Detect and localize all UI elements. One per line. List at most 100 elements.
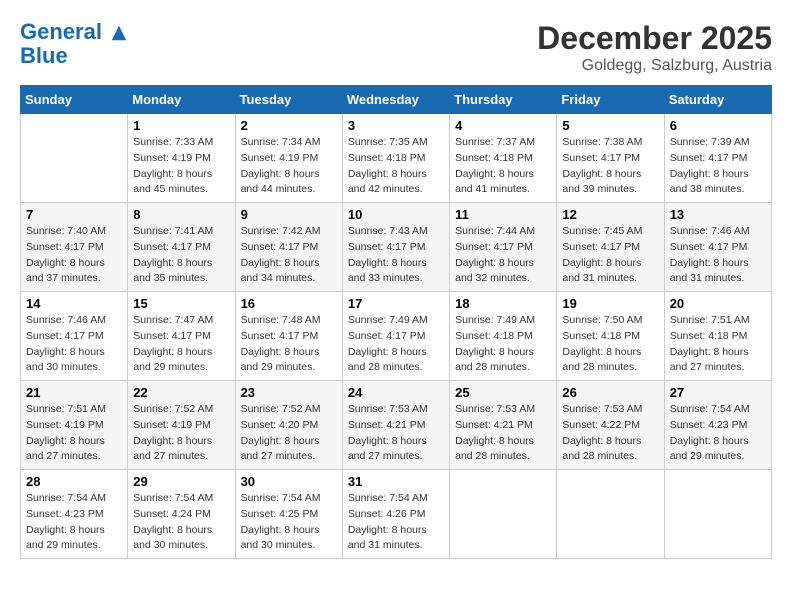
day-info: Sunrise: 7:46 AM Sunset: 4:17 PM Dayligh… xyxy=(26,313,122,376)
day-info: Sunrise: 7:53 AM Sunset: 4:22 PM Dayligh… xyxy=(562,402,658,465)
weekday-header: Monday xyxy=(128,86,235,114)
calendar-cell: 20Sunrise: 7:51 AM Sunset: 4:18 PM Dayli… xyxy=(664,292,771,381)
day-info: Sunrise: 7:41 AM Sunset: 4:17 PM Dayligh… xyxy=(133,224,229,287)
calendar-cell: 9 Sunrise: 7:42 AM Sunset: 4:17 PM Daylig… xyxy=(235,203,342,292)
calendar-header: SundayMondayTuesdayWednesdayThursdayFrid… xyxy=(21,86,772,114)
calendar-cell: 26 Sunrise: 7:53 AM Sunset: 4:22 PM Dayli… xyxy=(557,381,664,470)
calendar-cell xyxy=(450,470,557,559)
day-info: Sunrise: 7:49 AM Sunset: 4:17 PM Dayligh… xyxy=(348,313,444,376)
day-info: Sunrise: 7:46 AM Sunset: 4:17 PM Dayligh… xyxy=(670,224,766,287)
day-info: Sunrise: 7:49 AM Sunset: 4:18 PM Dayligh… xyxy=(455,313,551,376)
day-number: 24 xyxy=(348,385,444,400)
calendar-week-row: 28Sunrise: 7:54 AM Sunset: 4:23 PM Dayli… xyxy=(21,470,772,559)
day-number: 21 xyxy=(26,385,122,400)
day-number: 7 xyxy=(26,207,122,222)
day-number: 18 xyxy=(455,296,551,311)
month-title: December 2025 xyxy=(537,20,772,57)
calendar-cell: 27 Sunrise: 7:54 AM Sunset: 4:23 PM Dayli… xyxy=(664,381,771,470)
day-number: 30 xyxy=(241,474,337,489)
day-info: Sunrise: 7:52 AM Sunset: 4:19 PM Dayligh… xyxy=(133,402,229,465)
day-number: 8 xyxy=(133,207,229,222)
day-info: Sunrise: 7:38 AM Sunset: 4:17 PM Dayligh… xyxy=(562,135,658,198)
weekday-header: Wednesday xyxy=(342,86,449,114)
calendar-cell: 24 Sunrise: 7:53 AM Sunset: 4:21 PM Dayli… xyxy=(342,381,449,470)
calendar-cell: 7 Sunrise: 7:40 AM Sunset: 4:17 PM Daylig… xyxy=(21,203,128,292)
day-info: Sunrise: 7:54 AM Sunset: 4:25 PM Dayligh… xyxy=(241,491,337,554)
day-info: Sunrise: 7:53 AM Sunset: 4:21 PM Dayligh… xyxy=(455,402,551,465)
day-number: 3 xyxy=(348,118,444,133)
day-number: 23 xyxy=(241,385,337,400)
day-info: Sunrise: 7:44 AM Sunset: 4:17 PM Dayligh… xyxy=(455,224,551,287)
calendar-table: SundayMondayTuesdayWednesdayThursdayFrid… xyxy=(20,85,772,559)
day-number: 26 xyxy=(562,385,658,400)
day-info: Sunrise: 7:43 AM Sunset: 4:17 PM Dayligh… xyxy=(348,224,444,287)
day-info: Sunrise: 7:53 AM Sunset: 4:21 PM Dayligh… xyxy=(348,402,444,465)
day-number: 31 xyxy=(348,474,444,489)
day-info: Sunrise: 7:51 AM Sunset: 4:19 PM Dayligh… xyxy=(26,402,122,465)
calendar-cell: 28Sunrise: 7:54 AM Sunset: 4:23 PM Dayli… xyxy=(21,470,128,559)
calendar-cell: 15Sunrise: 7:47 AM Sunset: 4:17 PM Dayli… xyxy=(128,292,235,381)
logo-text2: Blue xyxy=(20,44,128,68)
day-info: Sunrise: 7:54 AM Sunset: 4:23 PM Dayligh… xyxy=(26,491,122,554)
day-number: 11 xyxy=(455,207,551,222)
calendar-cell: 23 Sunrise: 7:52 AM Sunset: 4:20 PM Dayli… xyxy=(235,381,342,470)
calendar-cell: 10Sunrise: 7:43 AM Sunset: 4:17 PM Dayli… xyxy=(342,203,449,292)
day-info: Sunrise: 7:48 AM Sunset: 4:17 PM Dayligh… xyxy=(241,313,337,376)
calendar-cell: 14 Sunrise: 7:46 AM Sunset: 4:17 PM Dayli… xyxy=(21,292,128,381)
day-number: 27 xyxy=(670,385,766,400)
day-info: Sunrise: 7:54 AM Sunset: 4:24 PM Dayligh… xyxy=(133,491,229,554)
day-info: Sunrise: 7:34 AM Sunset: 4:19 PM Dayligh… xyxy=(241,135,337,198)
calendar-week-row: 7 Sunrise: 7:40 AM Sunset: 4:17 PM Daylig… xyxy=(21,203,772,292)
day-info: Sunrise: 7:40 AM Sunset: 4:17 PM Dayligh… xyxy=(26,224,122,287)
calendar-cell: 2 Sunrise: 7:34 AM Sunset: 4:19 PM Daylig… xyxy=(235,114,342,203)
calendar-cell: 4 Sunrise: 7:37 AM Sunset: 4:18 PM Daylig… xyxy=(450,114,557,203)
day-info: Sunrise: 7:39 AM Sunset: 4:17 PM Dayligh… xyxy=(670,135,766,198)
calendar-cell: 12 Sunrise: 7:45 AM Sunset: 4:17 PM Dayli… xyxy=(557,203,664,292)
day-number: 25 xyxy=(455,385,551,400)
day-number: 9 xyxy=(241,207,337,222)
calendar-cell: 30 Sunrise: 7:54 AM Sunset: 4:25 PM Dayli… xyxy=(235,470,342,559)
weekday-header: Tuesday xyxy=(235,86,342,114)
weekday-header: Saturday xyxy=(664,86,771,114)
day-info: Sunrise: 7:52 AM Sunset: 4:20 PM Dayligh… xyxy=(241,402,337,465)
page-header: General Blue December 2025 Goldegg, Salz… xyxy=(20,20,772,75)
calendar-week-row: 1 Sunrise: 7:33 AM Sunset: 4:19 PM Daylig… xyxy=(21,114,772,203)
location-title: Goldegg, Salzburg, Austria xyxy=(537,57,772,75)
day-info: Sunrise: 7:33 AM Sunset: 4:19 PM Dayligh… xyxy=(133,135,229,198)
day-number: 12 xyxy=(562,207,658,222)
day-number: 17 xyxy=(348,296,444,311)
day-number: 1 xyxy=(133,118,229,133)
day-info: Sunrise: 7:50 AM Sunset: 4:18 PM Dayligh… xyxy=(562,313,658,376)
calendar-cell: 22 Sunrise: 7:52 AM Sunset: 4:19 PM Dayli… xyxy=(128,381,235,470)
calendar-week-row: 21 Sunrise: 7:51 AM Sunset: 4:19 PM Dayli… xyxy=(21,381,772,470)
calendar-cell: 29Sunrise: 7:54 AM Sunset: 4:24 PM Dayli… xyxy=(128,470,235,559)
day-number: 4 xyxy=(455,118,551,133)
day-number: 22 xyxy=(133,385,229,400)
calendar-cell: 31Sunrise: 7:54 AM Sunset: 4:26 PM Dayli… xyxy=(342,470,449,559)
weekday-header: Thursday xyxy=(450,86,557,114)
day-number: 6 xyxy=(670,118,766,133)
day-info: Sunrise: 7:45 AM Sunset: 4:17 PM Dayligh… xyxy=(562,224,658,287)
day-number: 19 xyxy=(562,296,658,311)
day-info: Sunrise: 7:37 AM Sunset: 4:18 PM Dayligh… xyxy=(455,135,551,198)
calendar-week-row: 14 Sunrise: 7:46 AM Sunset: 4:17 PM Dayli… xyxy=(21,292,772,381)
day-info: Sunrise: 7:54 AM Sunset: 4:23 PM Dayligh… xyxy=(670,402,766,465)
calendar-cell: 1 Sunrise: 7:33 AM Sunset: 4:19 PM Daylig… xyxy=(128,114,235,203)
calendar-cell: 25 Sunrise: 7:53 AM Sunset: 4:21 PM Dayli… xyxy=(450,381,557,470)
calendar-cell: 18 Sunrise: 7:49 AM Sunset: 4:18 PM Dayli… xyxy=(450,292,557,381)
day-number: 14 xyxy=(26,296,122,311)
day-number: 15 xyxy=(133,296,229,311)
day-number: 16 xyxy=(241,296,337,311)
weekday-header: Friday xyxy=(557,86,664,114)
calendar-cell: 21 Sunrise: 7:51 AM Sunset: 4:19 PM Dayli… xyxy=(21,381,128,470)
calendar-cell: 11 Sunrise: 7:44 AM Sunset: 4:17 PM Dayli… xyxy=(450,203,557,292)
calendar-cell: 13 Sunrise: 7:46 AM Sunset: 4:17 PM Dayli… xyxy=(664,203,771,292)
day-number: 2 xyxy=(241,118,337,133)
calendar-cell xyxy=(21,114,128,203)
calendar-cell: 17 Sunrise: 7:49 AM Sunset: 4:17 PM Dayli… xyxy=(342,292,449,381)
day-number: 13 xyxy=(670,207,766,222)
calendar-cell xyxy=(664,470,771,559)
calendar-cell: 16 Sunrise: 7:48 AM Sunset: 4:17 PM Dayli… xyxy=(235,292,342,381)
day-info: Sunrise: 7:42 AM Sunset: 4:17 PM Dayligh… xyxy=(241,224,337,287)
calendar-cell: 8 Sunrise: 7:41 AM Sunset: 4:17 PM Daylig… xyxy=(128,203,235,292)
